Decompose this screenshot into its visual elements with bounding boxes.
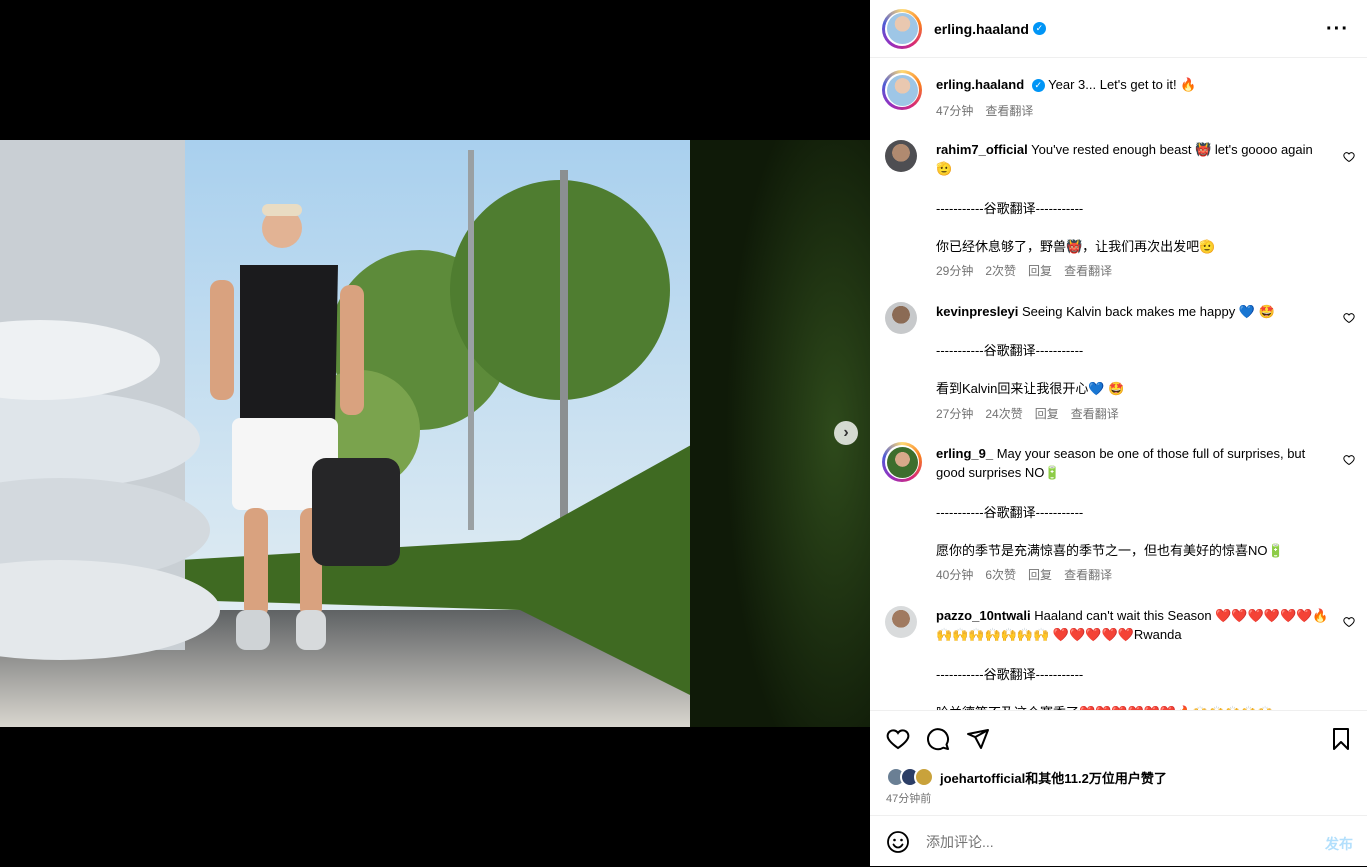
- comment-likes[interactable]: 24次赞: [985, 405, 1022, 422]
- commenter-avatar[interactable]: [885, 606, 917, 638]
- comment-translation: 哈兰德等不及这个赛季了❤️❤️❤️❤️❤️❤️🔥🙌🙌🙌🙌🙌: [936, 702, 1273, 710]
- translation-divider: -----------谷歌翻译-----------: [936, 667, 1084, 682]
- likes-text[interactable]: joehartofficial和其他11.2万位用户赞了: [940, 768, 1167, 787]
- post-actions-bar: joehartofficial和其他11.2万位用户赞了 47分钟前: [870, 710, 1367, 816]
- comment-input[interactable]: [924, 832, 1308, 851]
- comment-composer: 发布: [870, 815, 1367, 867]
- reply-button[interactable]: 回复: [1035, 405, 1059, 422]
- comment-username[interactable]: kevinpresleyi: [936, 304, 1018, 319]
- translation-divider: -----------谷歌翻译-----------: [936, 505, 1084, 520]
- post-photo[interactable]: [0, 140, 870, 727]
- like-comment-heart-icon[interactable]: [1343, 616, 1355, 628]
- reply-button[interactable]: 回复: [1028, 262, 1052, 279]
- like-comment-heart-icon[interactable]: [1343, 454, 1355, 466]
- next-image-button[interactable]: ›: [834, 421, 858, 445]
- comment-translation: 看到Kalvin回来让我很开心💙 🤩: [936, 381, 1125, 396]
- post-comment-button[interactable]: 发布: [1325, 834, 1353, 854]
- translation-divider: -----------谷歌翻译-----------: [936, 343, 1084, 358]
- like-comment-heart-icon[interactable]: [1343, 151, 1355, 163]
- more-options-icon[interactable]: ···: [1326, 18, 1349, 41]
- reply-button[interactable]: 回复: [1028, 566, 1052, 583]
- translation-divider: -----------谷歌翻译-----------: [936, 201, 1084, 216]
- post-side-panel: erling.haaland ✓ ··· erling.haaland ✓ Ye…: [870, 0, 1367, 866]
- photo-scene: [0, 140, 870, 727]
- verified-badge-icon: ✓: [1032, 22, 1046, 35]
- comment-translation: 你已经休息够了，野兽👹，让我们再次出发吧🫡: [936, 239, 1216, 254]
- see-translation-link[interactable]: 查看翻译: [1064, 262, 1112, 279]
- comment-username[interactable]: rahim7_official: [936, 142, 1028, 157]
- see-translation-link[interactable]: 查看翻译: [1071, 405, 1119, 422]
- liker-avatar: [914, 767, 934, 787]
- chevron-right-icon: ›: [843, 424, 849, 441]
- comment-username[interactable]: pazzo_10ntwali: [936, 608, 1031, 623]
- author-avatar[interactable]: [882, 8, 922, 49]
- comment-likes[interactable]: 6次赞: [985, 566, 1016, 583]
- author-username[interactable]: erling.haaland: [934, 21, 1029, 37]
- media-viewer: ›: [0, 0, 870, 866]
- see-translation-link[interactable]: 查看翻译: [1064, 566, 1112, 583]
- comment-likes[interactable]: 2次赞: [985, 262, 1016, 279]
- comment-translation: 愿你的季节是充满惊喜的季节之一，但也有美好的惊喜NO🔋: [936, 543, 1284, 558]
- comment-text: Seeing Kalvin back makes me happy 💙 🤩: [1022, 304, 1275, 319]
- post-time-ago: 47分钟前: [886, 793, 932, 805]
- caption-time: 47分钟: [936, 104, 974, 118]
- commenter-avatar[interactable]: [885, 140, 917, 172]
- commenter-avatar[interactable]: [885, 302, 917, 334]
- commenter-avatar[interactable]: [882, 442, 922, 482]
- see-translation-link[interactable]: 查看翻译: [985, 102, 1033, 119]
- comment-username[interactable]: erling_9_: [936, 446, 993, 461]
- like-heart-icon[interactable]: [886, 727, 910, 751]
- likes-summary[interactable]: joehartofficial和其他11.2万位用户赞了: [886, 767, 1167, 787]
- caption-row: erling.haaland ✓ Year 3... Let's get to …: [870, 70, 1367, 118]
- caption-username[interactable]: erling.haaland: [936, 77, 1024, 92]
- comments-list[interactable]: erling.haaland ✓ Year 3... Let's get to …: [870, 58, 1367, 710]
- caption-avatar[interactable]: [882, 70, 922, 110]
- comment-bubble-icon[interactable]: [926, 727, 950, 751]
- bookmark-icon[interactable]: [1329, 727, 1353, 751]
- comment-time: 29分钟: [936, 264, 974, 278]
- emoji-picker-icon[interactable]: [886, 830, 910, 854]
- share-send-icon[interactable]: [966, 727, 990, 751]
- verified-badge-icon: ✓: [1031, 79, 1045, 93]
- caption-text: Year 3... Let's get to it! 🔥: [1048, 77, 1197, 92]
- post-header: erling.haaland ✓ ···: [870, 0, 1367, 58]
- like-comment-heart-icon[interactable]: [1343, 312, 1355, 324]
- comment-time: 40分钟: [936, 568, 974, 582]
- comment-time: 27分钟: [936, 407, 974, 421]
